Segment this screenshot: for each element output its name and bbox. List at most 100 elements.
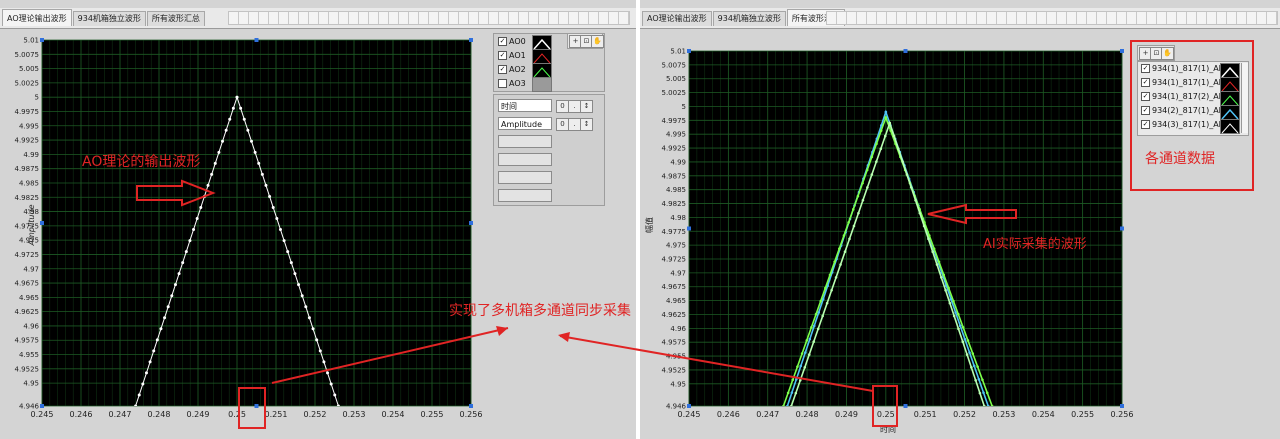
cursor-field-amplitude[interactable]: Amplitude bbox=[498, 117, 552, 130]
data-point bbox=[892, 134, 896, 138]
data-point bbox=[816, 327, 820, 331]
data-point bbox=[842, 234, 846, 237]
checkbox[interactable]: ✓ bbox=[498, 65, 507, 74]
data-point bbox=[159, 327, 163, 331]
data-point bbox=[968, 351, 971, 354]
cursor-panel: 时间 Amplitude 0 . ↕ 0 . ↕ bbox=[493, 94, 605, 206]
data-point bbox=[825, 301, 829, 305]
plot-style-swatch[interactable] bbox=[532, 49, 552, 64]
x-tick-label: 0.252 bbox=[304, 410, 327, 419]
scale-handle bbox=[1120, 49, 1124, 53]
data-point bbox=[177, 272, 181, 276]
data-point bbox=[790, 391, 794, 394]
data-point bbox=[199, 205, 203, 209]
scale-handle bbox=[1120, 404, 1124, 408]
checkbox[interactable]: ✓ bbox=[498, 51, 507, 60]
x-tick-label: 0.248 bbox=[796, 410, 819, 419]
data-point bbox=[192, 228, 196, 232]
x-tick-label: 0.246 bbox=[717, 410, 740, 419]
plot-style-swatch[interactable] bbox=[532, 77, 552, 92]
scale-handle bbox=[1120, 226, 1124, 231]
data-point bbox=[981, 378, 984, 382]
data-point bbox=[329, 382, 333, 386]
x-tick-label: 0.251 bbox=[914, 410, 937, 419]
data-point bbox=[271, 205, 275, 209]
data-point bbox=[268, 194, 272, 198]
y-tick-label: 4.995 bbox=[19, 122, 39, 130]
legend-label: AO0 bbox=[509, 37, 526, 46]
data-point bbox=[282, 239, 286, 243]
cursor-field[interactable] bbox=[498, 135, 552, 148]
data-point bbox=[972, 364, 976, 368]
scale-handle bbox=[687, 404, 691, 408]
data-point bbox=[242, 117, 246, 121]
data-point bbox=[927, 237, 930, 241]
data-point bbox=[800, 352, 804, 355]
data-point bbox=[834, 276, 838, 279]
x-tick-label: 0.248 bbox=[148, 410, 171, 419]
checkbox[interactable] bbox=[498, 79, 507, 88]
data-point bbox=[803, 366, 807, 369]
legend-item-ao0[interactable]: ✓ AO0 bbox=[498, 37, 526, 46]
data-point bbox=[966, 339, 970, 342]
data-point bbox=[794, 391, 798, 395]
data-point bbox=[944, 288, 947, 292]
legend-item-ao2[interactable]: ✓ AO2 bbox=[498, 65, 526, 74]
mapping-icon[interactable]: ↕ bbox=[580, 118, 593, 131]
x-tick-label: 0.252 bbox=[953, 410, 976, 419]
data-point bbox=[278, 228, 282, 232]
plot-style-swatch[interactable] bbox=[532, 63, 552, 78]
data-point bbox=[152, 349, 156, 353]
x-tick-label: 0.249 bbox=[835, 410, 858, 419]
cursor-field-time[interactable]: 时间 bbox=[498, 99, 552, 112]
y-tick-label: 5.005 bbox=[19, 65, 39, 73]
y-tick-label: 4.9525 bbox=[662, 366, 687, 374]
legend-item-ao1[interactable]: ✓ AO1 bbox=[498, 51, 526, 60]
data-point bbox=[947, 286, 950, 290]
x-tick-label: 0.256 bbox=[1111, 410, 1134, 419]
data-point bbox=[922, 224, 926, 228]
y-tick-label: 4.9725 bbox=[662, 256, 687, 264]
data-point bbox=[884, 116, 888, 119]
data-point bbox=[239, 106, 243, 110]
data-point bbox=[188, 239, 192, 243]
data-point bbox=[985, 391, 989, 395]
data-point bbox=[300, 294, 304, 298]
plot-style-swatch[interactable] bbox=[532, 35, 552, 50]
data-point bbox=[297, 283, 301, 287]
data-point bbox=[213, 161, 217, 165]
scale-handle bbox=[903, 49, 908, 53]
mapping-icon[interactable]: ↕ bbox=[580, 100, 593, 113]
data-point bbox=[952, 299, 955, 303]
legend-item-ao3[interactable]: AO3 bbox=[498, 79, 526, 88]
data-point bbox=[977, 377, 981, 381]
data-point bbox=[824, 286, 827, 290]
cursor-field[interactable] bbox=[498, 153, 552, 166]
y-tick-label: 4.9575 bbox=[662, 339, 687, 347]
data-point bbox=[304, 305, 308, 309]
y-tick-label: 4.99 bbox=[23, 151, 39, 159]
data-point bbox=[807, 353, 811, 356]
pan-hand-icon[interactable]: ✋ bbox=[591, 35, 604, 48]
data-point bbox=[957, 327, 960, 331]
data-point bbox=[315, 338, 319, 342]
data-point bbox=[326, 371, 330, 375]
x-tick-label: 0.254 bbox=[382, 410, 405, 419]
y-tick-label: 4.97 bbox=[670, 269, 686, 277]
data-point bbox=[210, 172, 214, 176]
cursor-field[interactable] bbox=[498, 171, 552, 184]
data-point bbox=[857, 211, 860, 215]
data-point bbox=[870, 155, 874, 159]
data-point bbox=[875, 160, 878, 163]
y-tick-label: 4.965 bbox=[666, 297, 686, 305]
checkbox[interactable]: ✓ bbox=[498, 37, 507, 46]
data-point bbox=[260, 172, 264, 176]
data-point bbox=[805, 339, 809, 342]
data-point bbox=[144, 371, 148, 375]
cursor-field[interactable] bbox=[498, 189, 552, 202]
data-point bbox=[202, 194, 206, 198]
data-point bbox=[948, 301, 952, 305]
data-point bbox=[937, 260, 941, 264]
y-tick-label: 4.975 bbox=[19, 237, 39, 245]
x-tick-label: 0.25 bbox=[877, 410, 895, 419]
